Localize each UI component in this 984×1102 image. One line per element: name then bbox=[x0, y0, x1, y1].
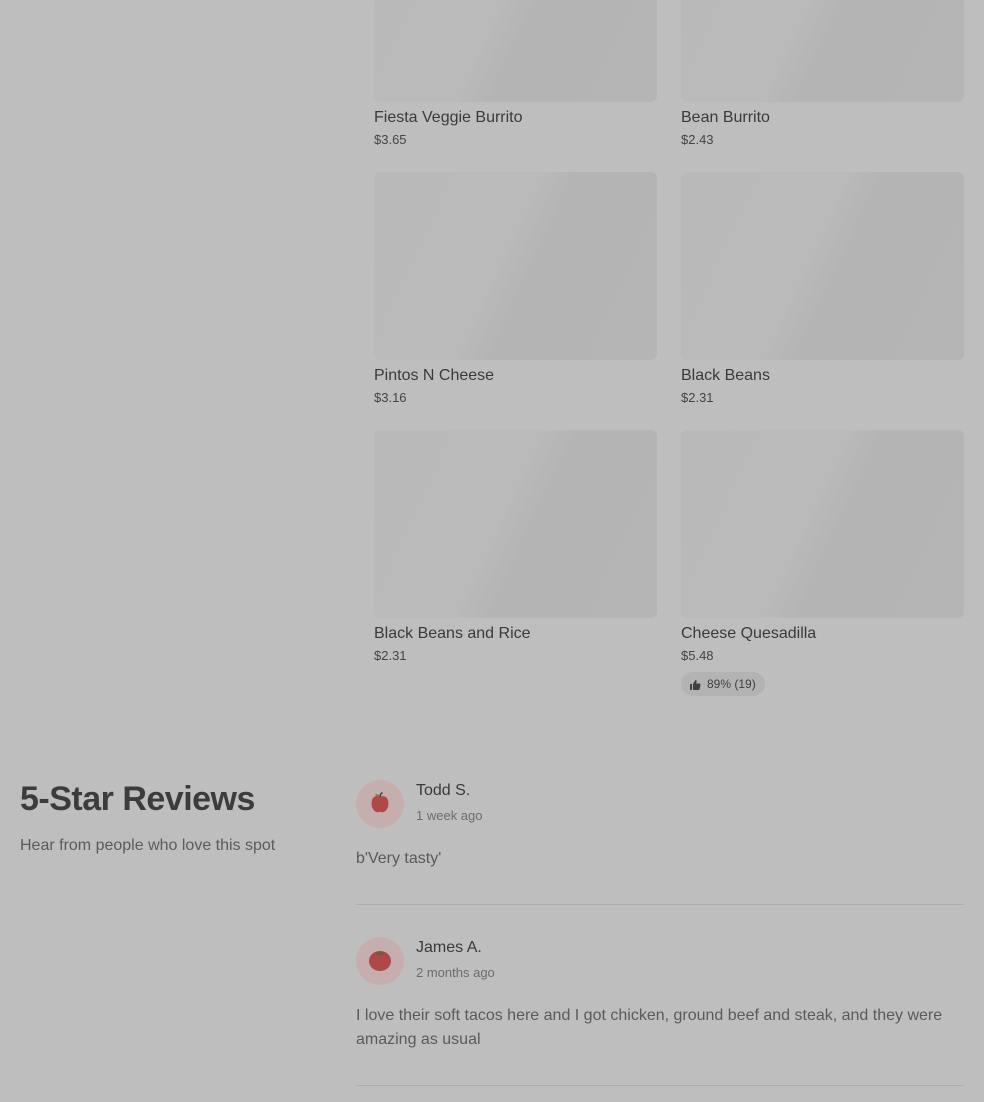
reviews-title: 5-Star Reviews bbox=[20, 780, 255, 818]
item-price: $5.48 bbox=[681, 648, 714, 663]
item-price: $3.65 bbox=[374, 132, 407, 147]
item-image[interactable] bbox=[374, 430, 657, 618]
item-image[interactable] bbox=[374, 0, 657, 102]
menu-item[interactable]: Cheese Quesadilla $5.48 89% (19) bbox=[681, 430, 964, 696]
rating-text: 89% (19) bbox=[707, 677, 756, 691]
item-name: Pintos N Cheese bbox=[374, 367, 495, 384]
review-card: James A. 2 months ago I love their soft … bbox=[356, 937, 964, 1087]
menu-item[interactable]: Fiesta Veggie Burrito $3.65 bbox=[374, 0, 657, 148]
menu-item[interactable]: Black Beans and Rice $2.31 bbox=[374, 430, 657, 664]
reviewer-name: James A. bbox=[416, 939, 482, 956]
menu-item[interactable]: Black Beans $2.31 bbox=[681, 172, 964, 406]
item-image[interactable] bbox=[374, 172, 657, 360]
item-name: Fiesta Veggie Burrito bbox=[374, 109, 523, 126]
tomato-icon bbox=[366, 945, 394, 978]
avatar bbox=[356, 937, 404, 985]
review-time: 2 months ago bbox=[416, 965, 495, 980]
thumbs-up-icon bbox=[689, 678, 701, 690]
item-price: $2.43 bbox=[681, 132, 714, 147]
review-time: 1 week ago bbox=[416, 808, 483, 823]
item-image[interactable] bbox=[681, 430, 964, 618]
menu-item[interactable]: Bean Burrito $2.43 bbox=[681, 0, 964, 148]
item-name: Black Beans bbox=[681, 367, 770, 384]
item-image[interactable] bbox=[681, 0, 964, 102]
rating-badge: 89% (19) bbox=[681, 672, 765, 696]
review-card: Todd S. 1 week ago b'Very tasty' bbox=[356, 780, 964, 905]
item-price: $3.16 bbox=[374, 390, 407, 405]
divider bbox=[356, 1085, 964, 1086]
item-image[interactable] bbox=[681, 172, 964, 360]
divider bbox=[356, 904, 964, 905]
item-name: Bean Burrito bbox=[681, 109, 770, 126]
item-name: Cheese Quesadilla bbox=[681, 625, 817, 642]
review-text: b'Very tasty' bbox=[356, 850, 442, 867]
item-price: $2.31 bbox=[374, 648, 407, 663]
item-price: $2.31 bbox=[681, 390, 714, 405]
apple-icon bbox=[366, 788, 394, 821]
review-text: I love their soft tacos here and I got c… bbox=[356, 1007, 943, 1048]
item-name: Black Beans and Rice bbox=[374, 625, 531, 642]
reviewer-name: Todd S. bbox=[416, 782, 471, 799]
reviews-subtitle: Hear from people who love this spot bbox=[20, 837, 276, 854]
menu-item[interactable]: Pintos N Cheese $3.16 bbox=[374, 172, 657, 406]
avatar bbox=[356, 780, 404, 828]
